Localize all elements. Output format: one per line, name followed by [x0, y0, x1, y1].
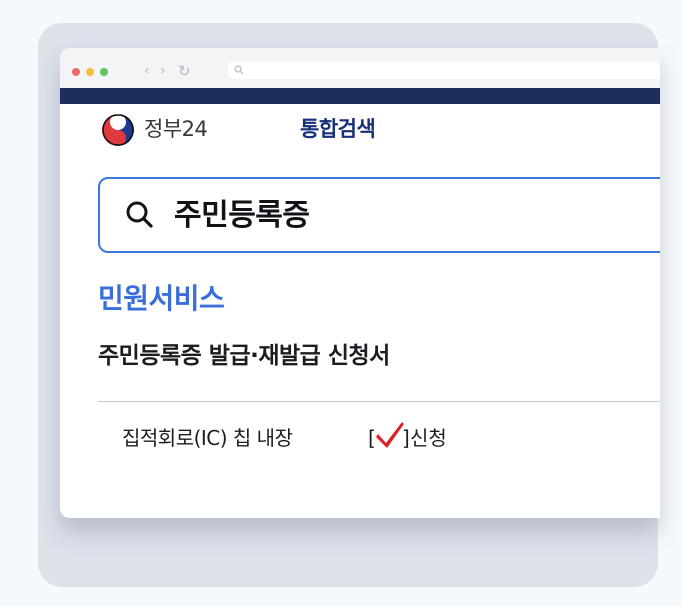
check-mark-icon[interactable]	[375, 418, 405, 450]
maximize-dot[interactable]	[100, 68, 108, 76]
forward-icon[interactable]: ›	[160, 61, 166, 81]
search-icon[interactable]	[124, 199, 156, 231]
close-dot[interactable]	[72, 68, 80, 76]
divider	[98, 401, 660, 402]
bracket-close: ]	[402, 426, 410, 450]
page-title: 통합검색	[300, 117, 376, 141]
url-bar[interactable]	[228, 62, 660, 79]
site-navbar	[60, 88, 660, 104]
service-title[interactable]: 주민등록증 발급·재발급 신청서	[98, 340, 390, 372]
url-search-icon	[234, 65, 244, 75]
section-title: 민원서비스	[98, 282, 225, 315]
reload-icon[interactable]: ↻	[178, 61, 191, 81]
taegeuk-logo-icon	[102, 114, 134, 146]
apply-label[interactable]: 신청	[410, 424, 447, 452]
gov-label[interactable]: 정부24	[144, 114, 208, 144]
minimize-dot[interactable]	[86, 68, 94, 76]
search-value: 주민등록증	[174, 198, 310, 233]
back-icon[interactable]: ‹	[144, 61, 150, 81]
option-label: 집적회로(IC) 칩 내장	[122, 426, 293, 450]
browser-titlebar: ‹ › ↻	[60, 48, 660, 88]
browser-window: ‹ › ↻ 정부24 통합검색 주민등록증 민원서비스 주민등록증 발급·재발급…	[60, 48, 660, 518]
search-input[interactable]: 주민등록증	[98, 177, 660, 253]
